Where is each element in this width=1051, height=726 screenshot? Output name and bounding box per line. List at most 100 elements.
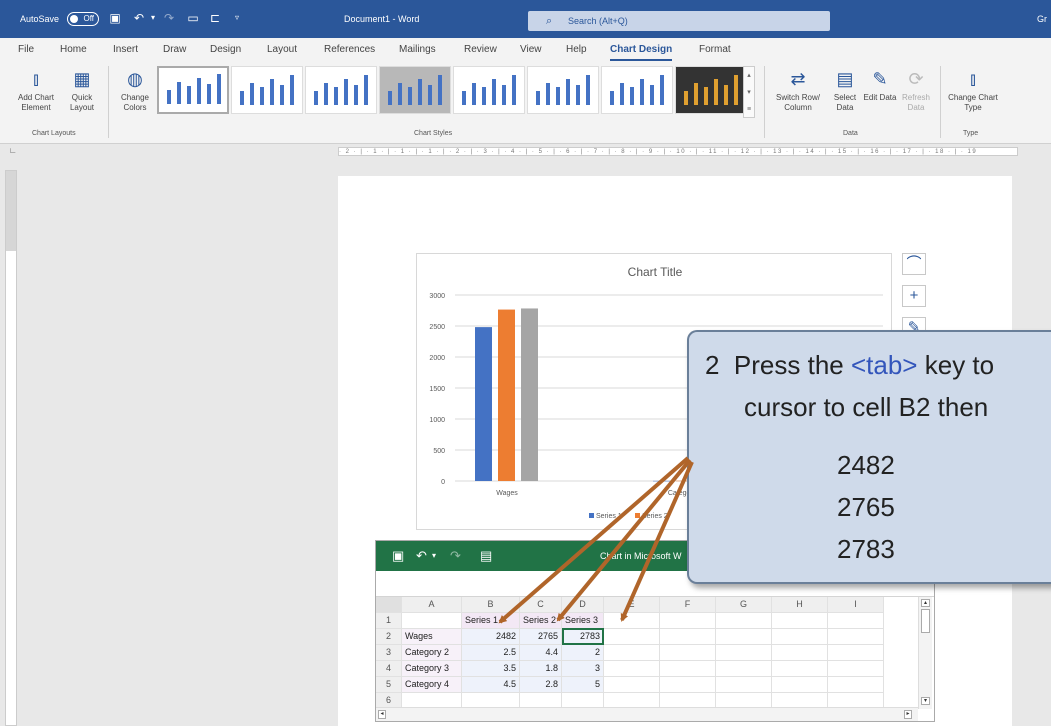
tab-design[interactable]: Design — [210, 43, 241, 57]
sheet-cell[interactable]: 2 — [562, 645, 604, 661]
sheet-cell[interactable]: 3 — [562, 661, 604, 677]
sheet-cell[interactable] — [828, 677, 884, 693]
tab-help[interactable]: Help — [566, 43, 587, 57]
sheet-cell[interactable] — [660, 629, 716, 645]
sheet-cell[interactable] — [716, 613, 772, 629]
sheet-cell[interactable]: 2.8 — [520, 677, 562, 693]
sheet-cell[interactable] — [660, 661, 716, 677]
sheet-undo-icon[interactable]: ↶ — [416, 541, 427, 571]
tab-review[interactable]: Review — [464, 43, 497, 57]
sheet-undo-dropdown-icon[interactable]: ▾ — [432, 541, 436, 571]
edit-data-button[interactable]: ✎ Edit Data — [862, 68, 898, 103]
sheet-cell[interactable]: 5 — [562, 677, 604, 693]
sheet-cell[interactable] — [604, 613, 660, 629]
scroll-down-icon[interactable]: ▾ — [921, 697, 930, 705]
sheet-cell[interactable] — [828, 629, 884, 645]
change-chart-type-button[interactable]: ⫾ Change Chart Type — [944, 68, 1002, 113]
customize-qat-icon[interactable]: ▿ — [230, 11, 244, 25]
layout-options-icon[interactable]: ⌒ — [902, 253, 926, 275]
sheet-cell[interactable] — [660, 677, 716, 693]
sheet-cell[interactable] — [772, 629, 828, 645]
sheet-cell[interactable]: 3.5 — [462, 661, 520, 677]
sheet-cell[interactable]: Series 1 — [462, 613, 520, 629]
tab-stop-selector-icon[interactable]: ∟ — [9, 146, 17, 155]
sheet-save-icon[interactable]: ▣ — [392, 541, 404, 571]
chart-style-thumb[interactable] — [601, 66, 673, 114]
sheet-cell[interactable]: 4.5 — [462, 677, 520, 693]
sheet-cell[interactable] — [716, 677, 772, 693]
sheet-cell[interactable] — [604, 661, 660, 677]
sheet-cell[interactable]: 1.8 — [520, 661, 562, 677]
sheet-horizontal-scrollbar[interactable]: ◂ ▸ — [376, 707, 918, 721]
sheet-cell[interactable]: Category 4 — [402, 677, 462, 693]
chart-style-thumb[interactable] — [527, 66, 599, 114]
tab-home[interactable]: Home — [60, 43, 87, 57]
sheet-cell[interactable]: 2482 — [462, 629, 520, 645]
tab-format[interactable]: Format — [699, 43, 731, 57]
sheet-cell[interactable] — [716, 645, 772, 661]
switch-row-column-button[interactable]: ⇄ Switch Row/ Column — [770, 68, 826, 113]
sheet-cell[interactable] — [716, 629, 772, 645]
sheet-cell[interactable] — [660, 613, 716, 629]
sheet-cell[interactable]: 4.4 — [520, 645, 562, 661]
sheet-cell[interactable] — [402, 613, 462, 629]
undo-dropdown-icon[interactable]: ▾ — [146, 11, 160, 25]
sheet-cell[interactable]: Series 3 — [562, 613, 604, 629]
chart-elements-icon[interactable]: + — [902, 285, 926, 307]
sheet-cell[interactable] — [828, 645, 884, 661]
gallery-scroll[interactable]: ▴ ▾ ≡ — [743, 66, 755, 118]
sheet-cell[interactable]: Wages — [402, 629, 462, 645]
scroll-thumb[interactable] — [921, 609, 930, 633]
chart-style-thumb[interactable] — [305, 66, 377, 114]
ruler-track[interactable]: · 2 · | · 1 · | · 1 · | · 1 · | · 2 · | … — [338, 147, 1018, 156]
sheet-cell[interactable] — [772, 661, 828, 677]
sheet-cell[interactable] — [604, 645, 660, 661]
tab-references[interactable]: References — [324, 43, 375, 57]
new-document-icon[interactable]: ▭ — [186, 11, 200, 25]
sheet-cell[interactable]: 2.5 — [462, 645, 520, 661]
search-box[interactable]: ⌕ Search (Alt+Q) — [528, 11, 830, 31]
chart-style-thumb[interactable] — [379, 66, 451, 114]
sheet-cell[interactable] — [772, 677, 828, 693]
tab-draw[interactable]: Draw — [163, 43, 186, 57]
tab-layout[interactable]: Layout — [267, 43, 297, 57]
sheet-cell[interactable] — [772, 613, 828, 629]
select-data-button[interactable]: ▤ Select Data — [828, 68, 862, 113]
sheet-cell[interactable] — [604, 629, 660, 645]
chart-style-thumb[interactable] — [157, 66, 229, 114]
autosave-toggle[interactable]: Off — [67, 12, 99, 26]
sheet-cell[interactable] — [604, 677, 660, 693]
style-thumb-bar — [398, 83, 402, 105]
sheet-cell[interactable]: Category 3 — [402, 661, 462, 677]
sheet-cell[interactable] — [828, 613, 884, 629]
vertical-ruler[interactable] — [5, 170, 17, 726]
sheet-cell[interactable]: Series 2 — [520, 613, 562, 629]
tab-insert[interactable]: Insert — [113, 43, 138, 57]
quick-layout-button[interactable]: ▦ Quick Layout — [62, 68, 102, 113]
sheet-vertical-scrollbar[interactable]: ▴ ▾ — [918, 597, 932, 709]
sheet-cell[interactable] — [772, 645, 828, 661]
scroll-left-icon[interactable]: ◂ — [378, 710, 386, 719]
sheet-cell[interactable] — [660, 645, 716, 661]
undo-icon[interactable]: ↶ — [132, 11, 146, 25]
tab-chart-design[interactable]: Chart Design — [610, 43, 673, 61]
scroll-up-icon[interactable]: ▴ — [921, 599, 930, 607]
group-divider — [940, 66, 941, 138]
sheet-cell[interactable] — [716, 661, 772, 677]
edit-in-excel-icon[interactable]: ▤ — [480, 541, 492, 571]
save-icon[interactable]: ▣ — [108, 11, 122, 25]
sheet-cell[interactable] — [828, 661, 884, 677]
sheet-cell[interactable]: Category 2 — [402, 645, 462, 661]
tab-file[interactable]: File — [18, 43, 34, 57]
user-initials[interactable]: Gr — [1037, 13, 1047, 25]
open-folder-icon[interactable]: ⊏ — [208, 11, 222, 25]
chart-style-thumb[interactable] — [453, 66, 525, 114]
change-colors-button[interactable]: ◍ Change Colors — [114, 68, 156, 113]
scroll-right-icon[interactable]: ▸ — [904, 710, 912, 719]
add-chart-element-button[interactable]: ⫾ Add Chart Element — [10, 68, 62, 113]
chart-style-thumb[interactable] — [231, 66, 303, 114]
tab-view[interactable]: View — [520, 43, 542, 57]
sheet-cell[interactable]: 2765 — [520, 629, 562, 645]
chart-style-thumb[interactable] — [675, 66, 747, 114]
tab-mailings[interactable]: Mailings — [399, 43, 436, 57]
